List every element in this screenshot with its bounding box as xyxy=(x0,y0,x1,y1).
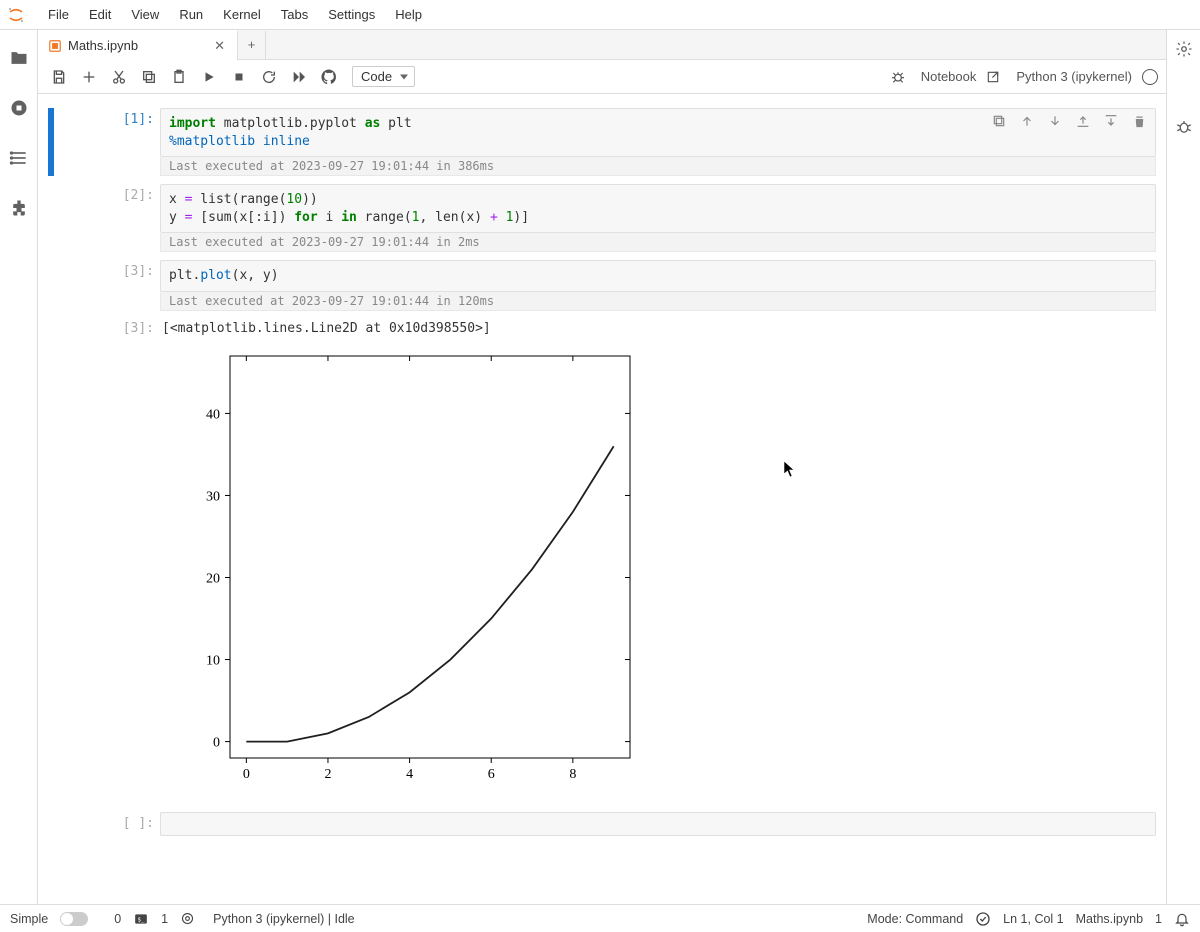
svg-text:0: 0 xyxy=(213,735,220,750)
code-cell[interactable]: [1]: import matplotlib.pyplot as plt %ma… xyxy=(38,106,1166,176)
output-prompt: [3]: xyxy=(90,317,160,796)
statusbar: Simple 0 $_ 1 Python 3 (ipykernel) | Idl… xyxy=(0,904,1200,932)
terminal-icon[interactable]: $_ xyxy=(133,912,149,926)
status-consoles[interactable]: 1 xyxy=(161,912,168,926)
tab-title: Maths.ipynb xyxy=(68,38,138,53)
jupyter-logo-icon xyxy=(6,5,26,25)
tabbar: Maths.ipynb ✕ + xyxy=(38,30,1166,60)
svg-text:40: 40 xyxy=(206,407,220,422)
plot-output: 0 2 4 6 8 0 10 20 30 40 xyxy=(180,346,1156,796)
cell-select-indicator xyxy=(48,108,54,176)
move-down-icon[interactable] xyxy=(1044,110,1066,132)
cell-prompt: [2]: xyxy=(90,184,160,252)
status-kernel[interactable]: Python 3 (ipykernel) | Idle xyxy=(213,912,355,926)
toc-icon[interactable] xyxy=(9,148,29,168)
status-one: 1 xyxy=(1155,912,1162,926)
output-text: [<matplotlib.lines.Line2D at 0x10d398550… xyxy=(160,317,1156,340)
status-lncol[interactable]: Ln 1, Col 1 xyxy=(1003,912,1063,926)
debug-icon[interactable] xyxy=(1175,118,1193,136)
menu-view[interactable]: View xyxy=(121,3,169,26)
notebook-toolbar: Code Notebook Python 3 (ipykernel) xyxy=(38,60,1166,94)
tab-add-button[interactable]: + xyxy=(238,31,266,59)
svg-text:10: 10 xyxy=(206,653,220,668)
exec-meta: Last executed at 2023-09-27 19:01:44 in … xyxy=(160,292,1156,311)
cell-toolbar xyxy=(988,110,1150,132)
code-input[interactable] xyxy=(160,812,1156,836)
svg-text:0: 0 xyxy=(243,767,250,782)
cell-prompt: [3]: xyxy=(90,260,160,311)
tab-maths[interactable]: Maths.ipynb ✕ xyxy=(38,30,238,60)
output-row: [3]: [<matplotlib.lines.Line2D at 0x10d3… xyxy=(38,315,1166,796)
exec-meta: Last executed at 2023-09-27 19:01:44 in … xyxy=(160,157,1156,176)
check-icon[interactable] xyxy=(975,911,991,927)
menu-settings[interactable]: Settings xyxy=(318,3,385,26)
github-icon[interactable] xyxy=(316,64,342,90)
menu-edit[interactable]: Edit xyxy=(79,3,121,26)
svg-text:30: 30 xyxy=(206,489,220,504)
svg-text:2: 2 xyxy=(324,767,331,782)
right-sidebar xyxy=(1166,30,1200,904)
menubar: File Edit View Run Kernel Tabs Settings … xyxy=(0,0,1200,30)
gear-icon[interactable] xyxy=(1175,40,1193,58)
paste-button[interactable] xyxy=(166,64,192,90)
close-icon[interactable]: ✕ xyxy=(210,38,229,54)
code-cell[interactable]: [2]: x = list(range(10)) y = [sum(x[:i])… xyxy=(38,182,1166,252)
menu-help[interactable]: Help xyxy=(385,3,432,26)
simple-toggle[interactable] xyxy=(60,912,88,926)
menu-run[interactable]: Run xyxy=(169,3,213,26)
svg-text:20: 20 xyxy=(206,571,220,586)
duplicate-icon[interactable] xyxy=(988,110,1010,132)
svg-text:4: 4 xyxy=(406,767,413,782)
code-input[interactable]: plt.plot(x, y) xyxy=(160,260,1156,292)
status-terminals[interactable]: 0 xyxy=(114,912,121,926)
bug-icon[interactable] xyxy=(885,64,911,90)
cut-button[interactable] xyxy=(106,64,132,90)
exec-meta: Last executed at 2023-09-27 19:01:44 in … xyxy=(160,233,1156,252)
left-sidebar xyxy=(0,30,38,904)
svg-text:8: 8 xyxy=(569,767,576,782)
insert-below-icon[interactable] xyxy=(1100,110,1122,132)
folder-icon[interactable] xyxy=(9,48,29,68)
kernel-name[interactable]: Python 3 (ipykernel) xyxy=(1016,69,1132,84)
code-cell[interactable]: [ ]: xyxy=(38,810,1166,836)
notebook-trust-label[interactable]: Notebook xyxy=(921,69,977,84)
notebook-body[interactable]: [1]: import matplotlib.pyplot as plt %ma… xyxy=(38,94,1166,904)
open-external-icon[interactable] xyxy=(986,70,1000,84)
move-up-icon[interactable] xyxy=(1016,110,1038,132)
stop-button[interactable] xyxy=(226,64,252,90)
menu-kernel[interactable]: Kernel xyxy=(213,3,271,26)
restart-button[interactable] xyxy=(256,64,282,90)
notebook-icon xyxy=(48,39,62,53)
content-area: Maths.ipynb ✕ + Code Notebook Python 3 xyxy=(38,30,1166,904)
code-cell[interactable]: [3]: plt.plot(x, y) Last executed at 202… xyxy=(38,258,1166,311)
status-file[interactable]: Maths.ipynb xyxy=(1076,912,1143,926)
menu-tabs[interactable]: Tabs xyxy=(271,3,318,26)
bell-icon[interactable] xyxy=(1174,911,1190,927)
status-simple: Simple xyxy=(10,912,48,926)
cell-type-select[interactable]: Code xyxy=(352,66,415,87)
code-input[interactable]: x = list(range(10)) y = [sum(x[:i]) for … xyxy=(160,184,1156,233)
copy-button[interactable] xyxy=(136,64,162,90)
svg-text:6: 6 xyxy=(488,767,495,782)
save-button[interactable] xyxy=(46,64,72,90)
cell-prompt: [ ]: xyxy=(90,812,160,836)
run-button[interactable] xyxy=(196,64,222,90)
delete-icon[interactable] xyxy=(1128,110,1150,132)
status-mode: Mode: Command xyxy=(867,912,963,926)
insert-above-icon[interactable] xyxy=(1072,110,1094,132)
run-all-button[interactable] xyxy=(286,64,312,90)
extension-icon[interactable] xyxy=(9,198,29,218)
cell-prompt: [1]: xyxy=(90,108,160,176)
kernel-icon[interactable] xyxy=(180,911,195,926)
running-icon[interactable] xyxy=(9,98,29,118)
svg-text:$_: $_ xyxy=(138,917,146,923)
menu-file[interactable]: File xyxy=(38,3,79,26)
kernel-status-icon[interactable] xyxy=(1142,69,1158,85)
add-cell-button[interactable] xyxy=(76,64,102,90)
